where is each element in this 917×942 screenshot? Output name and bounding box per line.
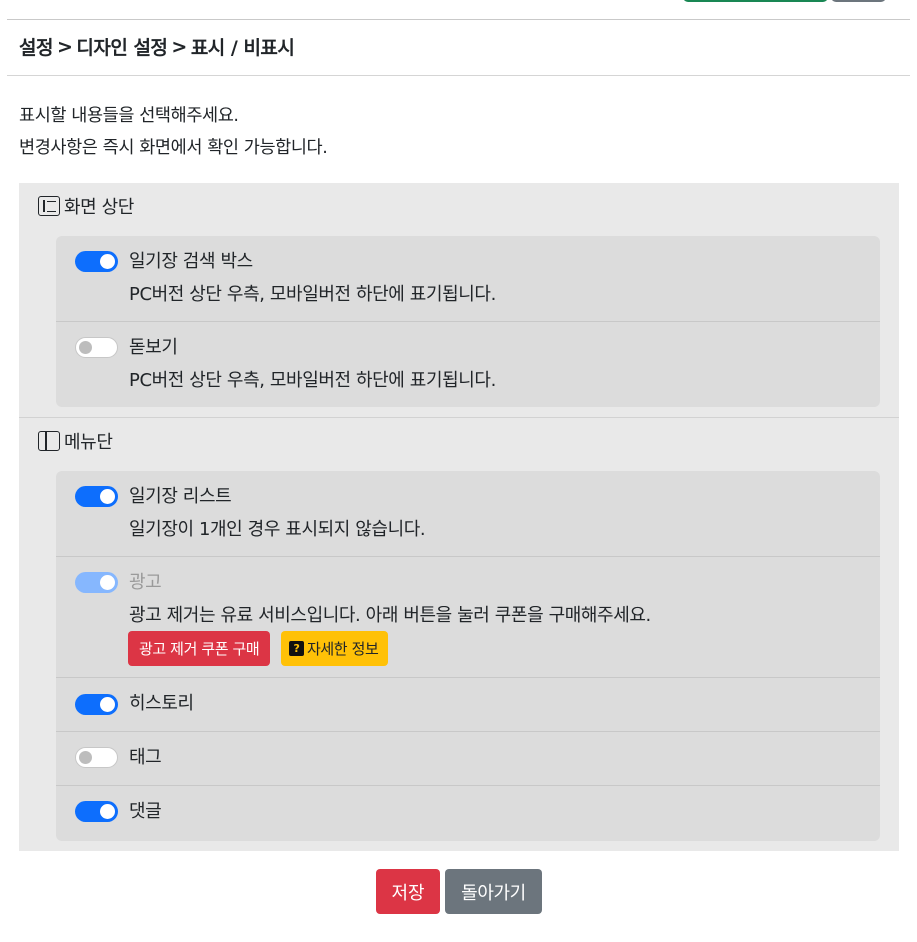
toggle-diary-list[interactable] [75, 486, 118, 507]
toggle-search-box[interactable] [75, 251, 118, 272]
list-item: 일기장 검색 박스 PC버전 상단 우측, 모바일버전 하단에 표기됩니다. [56, 236, 880, 322]
settings-panel: 화면 상단 일기장 검색 박스 PC버전 상단 우측, 모바일버전 하단에 표기… [19, 183, 899, 851]
item-title: 일기장 리스트 [129, 486, 232, 507]
list-item: 태그 [56, 732, 880, 786]
item-desc: PC버전 상단 우측, 모바일버전 하단에 표기됩니다. [129, 284, 496, 305]
breadcrumb-item-settings[interactable]: 설정 [19, 33, 53, 60]
more-info-button[interactable]: ? 자세한 정보 [281, 631, 389, 666]
item-desc: 광고 제거는 유료 서비스입니다. 아래 버튼을 눌러 쿠폰을 구매해주세요. [129, 605, 651, 626]
header-divider [7, 19, 910, 20]
breadcrumb-item-current: 표시 / 비표시 [190, 37, 295, 59]
list-item: 히스토리 [56, 678, 880, 732]
list-item: 댓글 [56, 786, 880, 841]
list-item: 일기장 리스트 일기장이 1개인 경우 표시되지 않습니다. [56, 471, 880, 557]
item-title: 히스토리 [129, 693, 194, 714]
item-title: 태그 [129, 747, 162, 768]
list-item: 광고 광고 제거는 유료 서비스입니다. 아래 버튼을 눌러 쿠폰을 구매해주세… [56, 557, 880, 678]
breadcrumb-separator: > [171, 35, 187, 58]
layout-top-icon [38, 196, 60, 216]
section-title-top: 화면 상단 [38, 193, 134, 219]
question-icon: ? [289, 641, 304, 656]
toggle-magnifier[interactable] [75, 337, 118, 358]
section-title-label: 메뉴단 [64, 432, 113, 453]
item-desc: PC버전 상단 우측, 모바일버전 하단에 표기됩니다. [129, 370, 496, 391]
header-divider-bottom [7, 75, 910, 76]
section-title-menu: 메뉴단 [38, 428, 113, 454]
breadcrumb: 설정 > 디자인 설정 > 표시 / 비표시 [19, 33, 295, 60]
buy-ad-removal-coupon-button[interactable]: 광고 제거 쿠폰 구매 [128, 631, 271, 666]
toggle-comments[interactable] [75, 801, 118, 822]
back-button[interactable]: 돌아가기 [445, 869, 542, 914]
button-label: 돌아가기 [461, 882, 526, 904]
section-card-top: 일기장 검색 박스 PC버전 상단 우측, 모바일버전 하단에 표기됩니다. 돋… [56, 236, 880, 407]
top-action-button-gray[interactable] [831, 0, 886, 2]
button-label: 저장 [391, 882, 425, 904]
item-desc: 일기장이 1개인 경우 표시되지 않습니다. [129, 519, 426, 540]
item-title: 광고 [129, 572, 162, 593]
item-title: 댓글 [129, 801, 162, 822]
section-card-menu: 일기장 리스트 일기장이 1개인 경우 표시되지 않습니다. 광고 광고 제거는… [56, 471, 880, 841]
save-button[interactable]: 저장 [376, 869, 440, 914]
toggle-ads [75, 572, 118, 593]
item-title: 돋보기 [129, 337, 178, 358]
breadcrumb-item-design[interactable]: 디자인 설정 [76, 33, 168, 60]
button-label: 자세한 정보 [307, 640, 379, 658]
button-label: 광고 제거 쿠폰 구매 [139, 640, 260, 658]
layout-sidebar-icon [38, 431, 60, 451]
intro-line-2: 변경사항은 즉시 화면에서 확인 가능합니다. [19, 138, 328, 158]
intro-line-1: 표시할 내용들을 선택해주세요. [19, 106, 239, 126]
top-action-button-green[interactable] [683, 0, 828, 2]
breadcrumb-separator: > [56, 35, 73, 58]
section-title-label: 화면 상단 [64, 197, 134, 218]
section-divider [19, 417, 899, 418]
list-item: 돋보기 PC버전 상단 우측, 모바일버전 하단에 표기됩니다. [56, 322, 880, 407]
toggle-tags[interactable] [75, 747, 118, 768]
intro-text: 표시할 내용들을 선택해주세요. 변경사항은 즉시 화면에서 확인 가능합니다. [19, 100, 328, 164]
toggle-history[interactable] [75, 694, 118, 715]
item-title: 일기장 검색 박스 [129, 251, 253, 272]
